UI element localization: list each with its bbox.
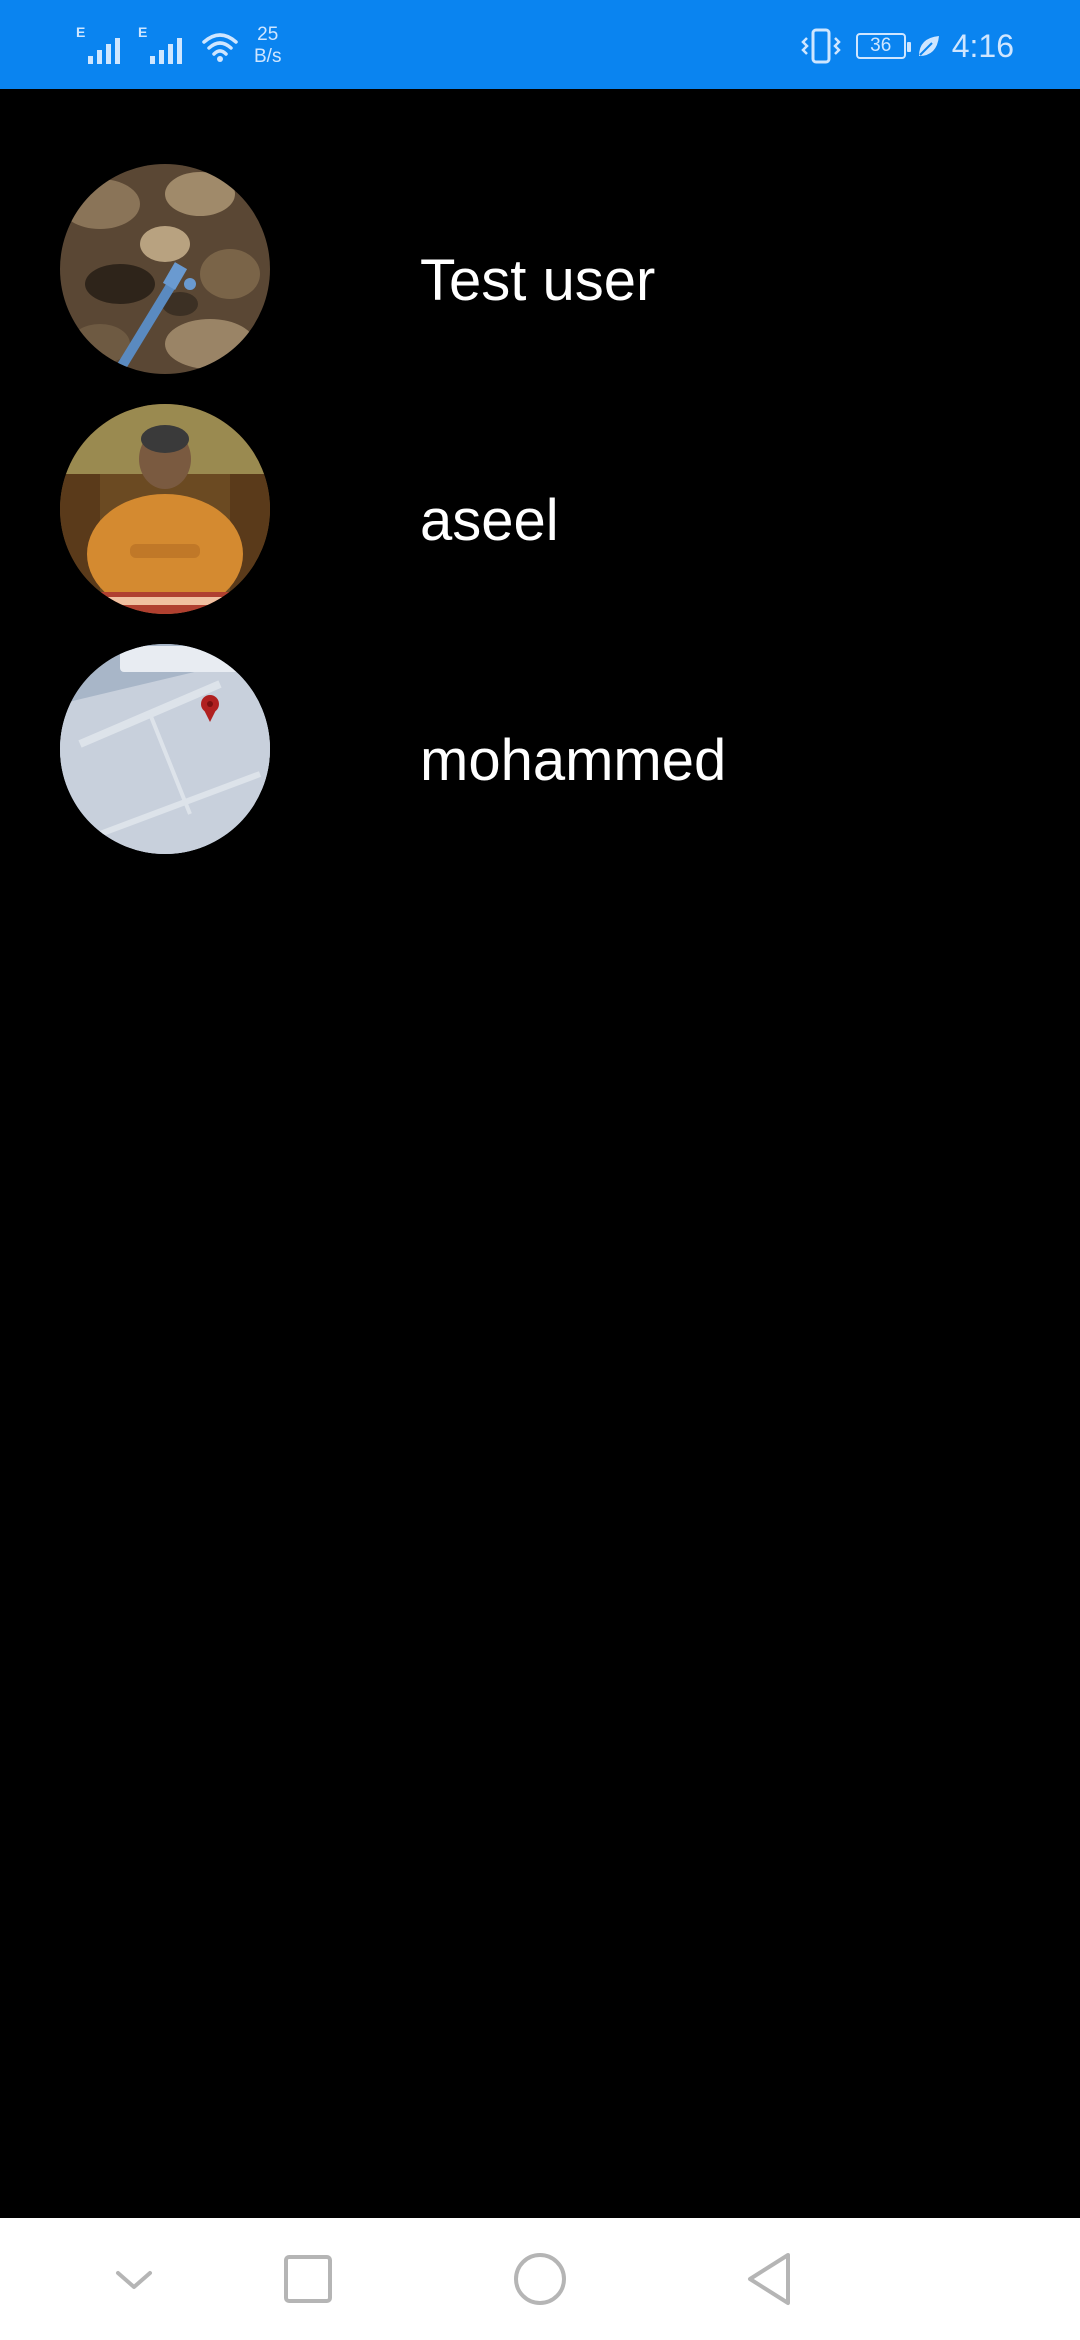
network-speed: 25 B/s xyxy=(254,24,281,68)
list-item[interactable]: Test user xyxy=(0,89,1080,374)
vibrate-icon xyxy=(800,28,841,64)
list-item[interactable]: mohammed xyxy=(0,569,1080,854)
navigation-bar xyxy=(0,2218,1080,2340)
chevron-down-icon xyxy=(116,2271,152,2289)
wifi-icon xyxy=(202,33,238,62)
status-bar-right: 36 4:16 xyxy=(800,18,1014,74)
user-name: aseel xyxy=(420,488,559,553)
notification-collapse-button[interactable] xyxy=(104,2249,164,2309)
user-name: mohammed xyxy=(420,728,727,793)
signal-icon: E xyxy=(138,24,186,68)
list-item[interactable]: aseel xyxy=(0,329,1080,614)
network-type-label: E xyxy=(76,24,86,40)
home-button[interactable] xyxy=(510,2249,570,2309)
status-bar-left: E E 25 B/s xyxy=(76,18,281,74)
avatar xyxy=(60,644,270,854)
network-speed-unit: B/s xyxy=(254,46,282,67)
recents-button[interactable] xyxy=(278,2249,338,2309)
battery-icon: 36 xyxy=(855,33,911,59)
network-type-label: E xyxy=(138,24,148,40)
clock: 4:16 xyxy=(951,27,1014,64)
screen: E E 25 B/s 36 4:16 Test user aseel moham… xyxy=(0,0,1080,2340)
circle-icon xyxy=(514,2253,566,2305)
battery-level: 36 xyxy=(870,35,892,56)
map-photo-icon xyxy=(60,644,270,854)
user-name: Test user xyxy=(420,248,656,313)
status-bar: E E 25 B/s 36 4:16 xyxy=(0,0,1080,89)
signal-icon: E xyxy=(76,24,124,68)
power-saving-leaf-icon xyxy=(918,36,939,56)
back-button[interactable] xyxy=(740,2249,800,2309)
network-speed-value: 25 xyxy=(257,24,279,45)
square-icon xyxy=(284,2255,332,2303)
back-triangle-icon xyxy=(748,2253,790,2305)
